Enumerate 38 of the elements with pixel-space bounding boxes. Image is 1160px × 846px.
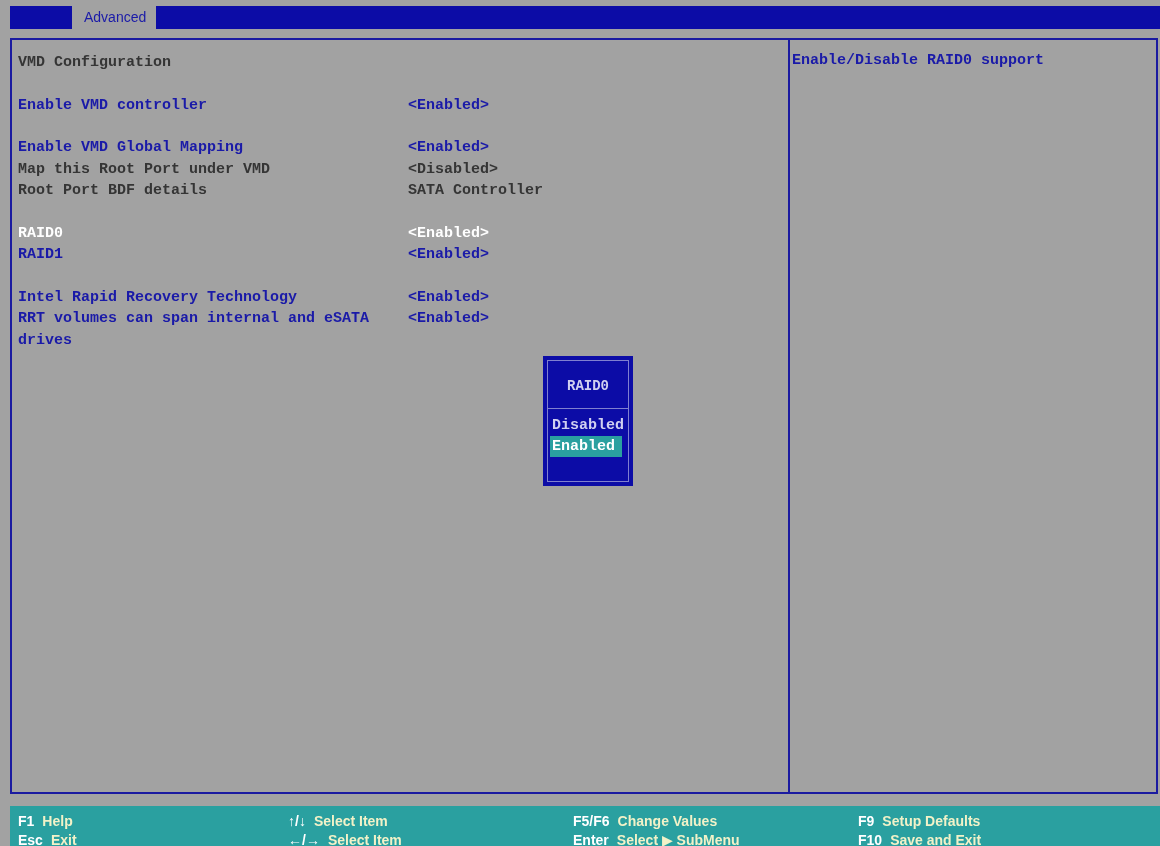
- setting-value[interactable]: <Enabled>: [408, 222, 489, 244]
- setting-label[interactable]: Intel Rapid Recovery Technology: [18, 286, 398, 308]
- menu-tab[interactable]: Advanced: [72, 6, 157, 29]
- setting-value[interactable]: <Enabled>: [408, 308, 489, 351]
- key-action: Help: [42, 812, 73, 831]
- key-name: Enter: [573, 831, 609, 846]
- setting-label[interactable]: Enable VMD Global Mapping: [18, 137, 398, 159]
- key-name: ←/→: [288, 831, 320, 846]
- key-name: F10: [858, 831, 883, 846]
- setting-value[interactable]: <Enabled>: [408, 286, 489, 308]
- setting-value[interactable]: <Enabled>: [408, 137, 489, 159]
- setting-label[interactable]: Enable VMD controller: [18, 94, 398, 116]
- key-action: Select Item: [327, 831, 402, 846]
- setting-value: SATA Controller: [408, 181, 544, 201]
- setting-label[interactable]: RAID1: [18, 244, 398, 266]
- key-action: Setup Defaults: [882, 812, 981, 831]
- key-name: F5/F6: [573, 812, 610, 831]
- setting-label: Map this Root Port under VMD: [18, 159, 272, 180]
- key-name: F1: [18, 812, 35, 831]
- popup-option[interactable]: Enabled: [550, 436, 622, 457]
- key-action: Save and Exit: [890, 831, 982, 846]
- help-text: Enable/Disable RAID0 support: [792, 52, 1046, 69]
- setting-value[interactable]: <Enabled>: [408, 94, 489, 116]
- popup-option[interactable]: Disabled: [550, 415, 625, 436]
- setting-label[interactable]: RAID0: [18, 222, 398, 244]
- key-action: Exit: [50, 831, 77, 846]
- key-action: Select Item: [313, 812, 388, 831]
- setting-value: <Disabled>: [408, 159, 498, 180]
- section-title: VMD Configuration: [18, 53, 173, 73]
- key-name: Esc: [18, 831, 43, 846]
- key-action: Change Values: [617, 812, 718, 831]
- key-action: Select ▶ SubMenu: [616, 831, 740, 846]
- setting-label[interactable]: RRT volumes can span internal and eSATA drives: [18, 308, 398, 351]
- setting-value[interactable]: <Enabled>: [408, 244, 489, 266]
- popup-title: RAID0: [548, 361, 628, 409]
- key-name: ↑/↓: [288, 812, 306, 831]
- setting-label: Root Port BDF details: [18, 181, 209, 201]
- key-name: F9: [858, 812, 875, 831]
